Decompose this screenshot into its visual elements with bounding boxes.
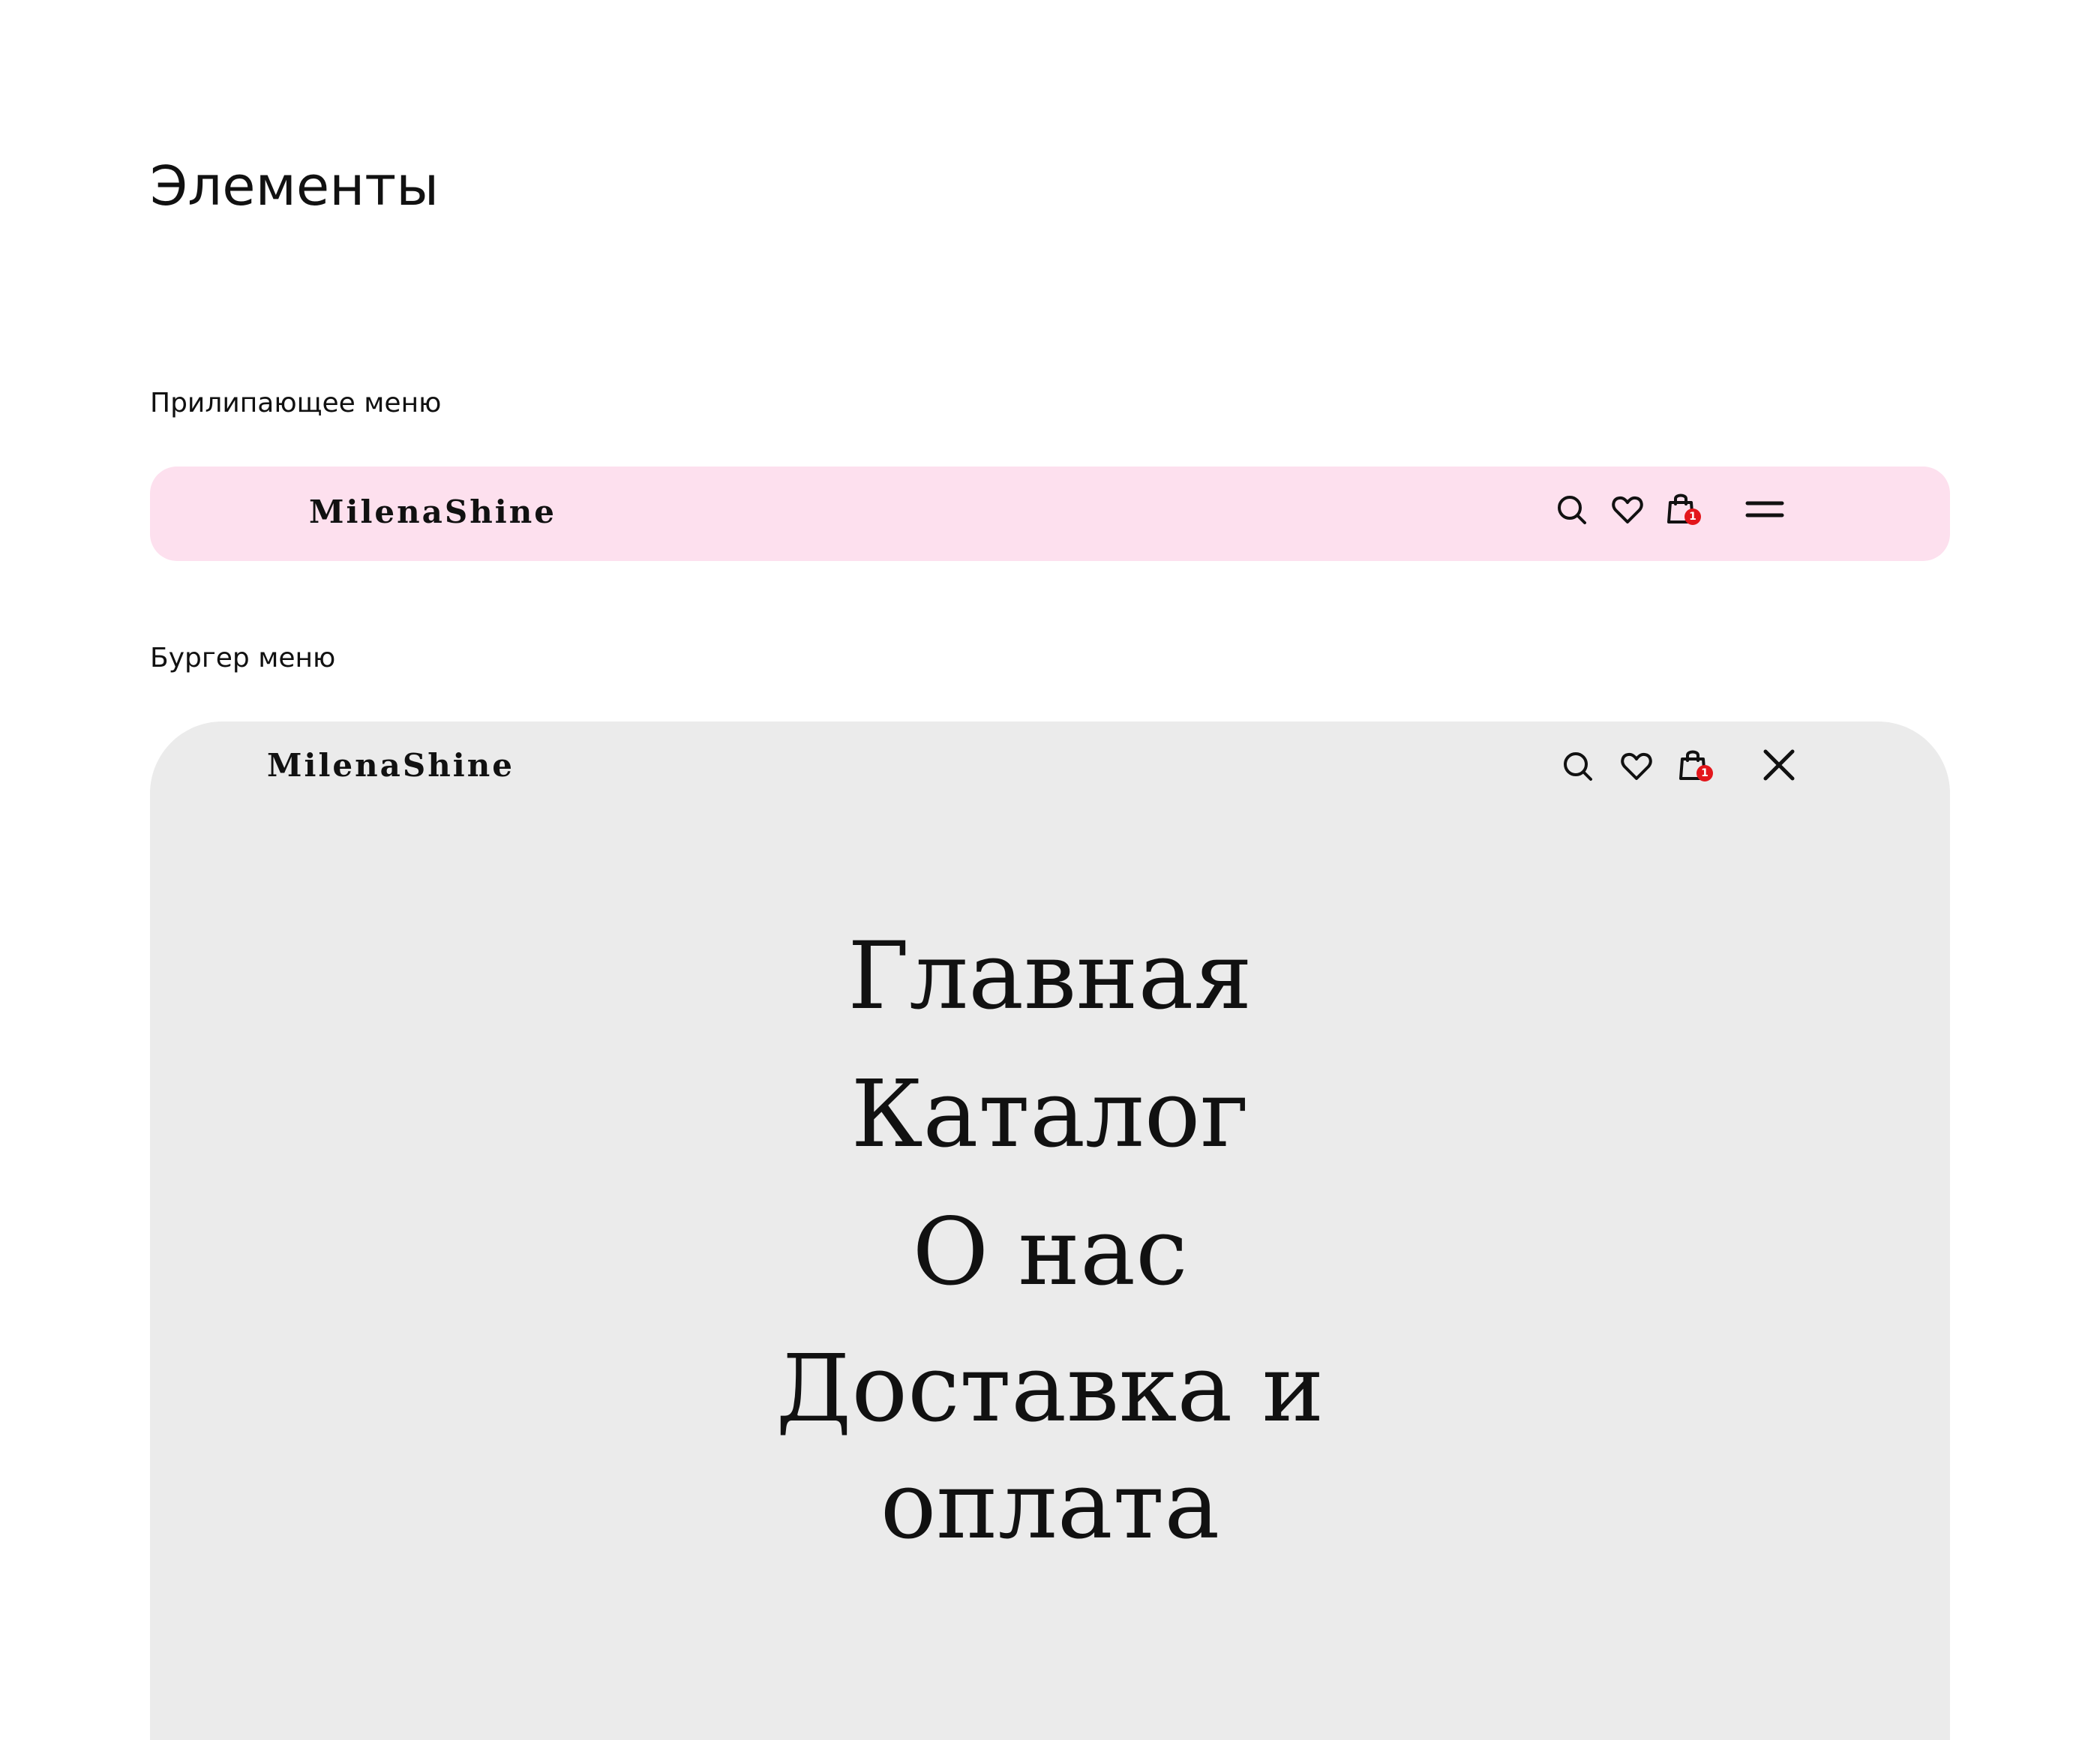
- heart-icon[interactable]: [1611, 494, 1644, 526]
- sticky-menu-bar: MilenaShine 1: [150, 466, 1950, 561]
- shopping-bag-icon[interactable]: 1: [1666, 490, 1706, 530]
- close-icon[interactable]: [1762, 748, 1796, 782]
- heart-icon[interactable]: [1620, 750, 1653, 783]
- logo[interactable]: MilenaShine: [267, 750, 514, 782]
- hamburger-menu-icon[interactable]: [1745, 500, 1784, 519]
- search-icon[interactable]: [1556, 494, 1588, 526]
- logo[interactable]: MilenaShine: [309, 496, 556, 528]
- cart-count-badge: 1: [1684, 508, 1701, 525]
- nav-item-delivery-payment[interactable]: Доставка и оплата: [750, 1330, 1350, 1564]
- search-icon[interactable]: [1562, 750, 1594, 783]
- section-label-burger-menu: Бургер меню: [150, 643, 336, 674]
- burger-nav: Главная Каталог О нас Доставка и оплата: [150, 916, 1950, 1582]
- section-label-sticky-menu: Прилипающее меню: [150, 388, 442, 418]
- page-title: Элементы: [150, 154, 440, 218]
- cart-count-badge: 1: [1696, 765, 1713, 782]
- nav-item-home[interactable]: Главная: [150, 916, 1950, 1036]
- nav-item-about[interactable]: О нас: [150, 1192, 1950, 1312]
- shopping-bag-icon[interactable]: 1: [1678, 747, 1718, 786]
- burger-menu-panel: MilenaShine 1 Главная Каталог О нас Дост…: [150, 722, 1950, 1740]
- nav-item-catalog[interactable]: Каталог: [150, 1054, 1950, 1174]
